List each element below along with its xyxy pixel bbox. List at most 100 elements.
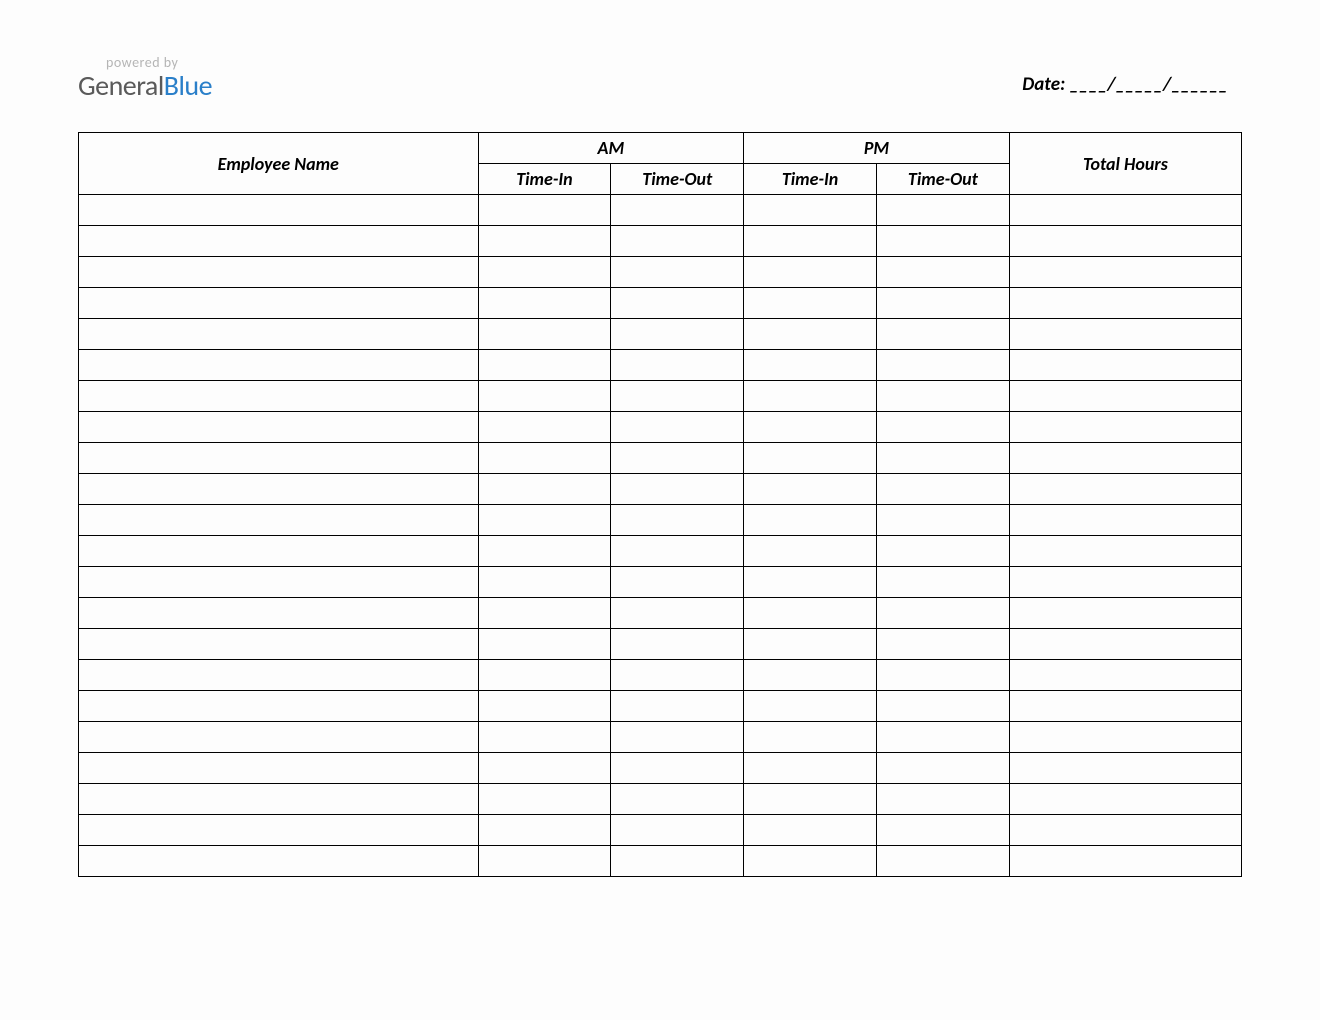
table-row: [79, 443, 1242, 474]
cell-name: [79, 288, 479, 319]
cell-pm_in: [744, 381, 877, 412]
cell-pm_in: [744, 443, 877, 474]
cell-name: [79, 319, 479, 350]
cell-pm_out: [876, 629, 1009, 660]
cell-am_out: [611, 567, 744, 598]
cell-am_in: [478, 257, 611, 288]
cell-pm_out: [876, 753, 1009, 784]
cell-total: [1009, 381, 1241, 412]
cell-am_in: [478, 350, 611, 381]
cell-pm_out: [876, 226, 1009, 257]
brand-first: General: [78, 68, 164, 103]
cell-name: [79, 722, 479, 753]
cell-am_out: [611, 195, 744, 226]
cell-total: [1009, 753, 1241, 784]
brand-second: Blue: [164, 68, 212, 103]
header-am: AM: [478, 133, 744, 164]
cell-name: [79, 784, 479, 815]
cell-pm_in: [744, 319, 877, 350]
cell-pm_in: [744, 629, 877, 660]
cell-am_in: [478, 598, 611, 629]
cell-pm_out: [876, 319, 1009, 350]
cell-name: [79, 195, 479, 226]
cell-am_in: [478, 691, 611, 722]
cell-name: [79, 443, 479, 474]
cell-am_in: [478, 660, 611, 691]
cell-name: [79, 629, 479, 660]
table-row: [79, 505, 1242, 536]
cell-am_out: [611, 691, 744, 722]
cell-pm_out: [876, 536, 1009, 567]
cell-am_in: [478, 226, 611, 257]
cell-pm_in: [744, 536, 877, 567]
cell-total: [1009, 412, 1241, 443]
cell-am_out: [611, 660, 744, 691]
cell-pm_out: [876, 381, 1009, 412]
cell-name: [79, 226, 479, 257]
cell-name: [79, 350, 479, 381]
cell-am_in: [478, 753, 611, 784]
cell-pm_in: [744, 412, 877, 443]
cell-am_out: [611, 505, 744, 536]
cell-pm_in: [744, 350, 877, 381]
cell-pm_in: [744, 815, 877, 846]
cell-pm_out: [876, 598, 1009, 629]
cell-name: [79, 536, 479, 567]
table-row: [79, 815, 1242, 846]
cell-total: [1009, 660, 1241, 691]
table-row: [79, 257, 1242, 288]
cell-name: [79, 567, 479, 598]
table-row: [79, 288, 1242, 319]
cell-total: [1009, 691, 1241, 722]
cell-am_in: [478, 319, 611, 350]
cell-total: [1009, 598, 1241, 629]
cell-am_in: [478, 722, 611, 753]
cell-pm_in: [744, 660, 877, 691]
header-employee-name: Employee Name: [79, 133, 479, 195]
cell-am_out: [611, 319, 744, 350]
cell-pm_out: [876, 722, 1009, 753]
cell-am_out: [611, 722, 744, 753]
document-header: powered by GeneralBlue Date: ____/_____/…: [78, 56, 1242, 100]
header-am-time-out: Time-Out: [611, 164, 744, 195]
cell-am_out: [611, 784, 744, 815]
cell-total: [1009, 722, 1241, 753]
header-pm-time-in: Time-In: [744, 164, 877, 195]
cell-am_out: [611, 381, 744, 412]
cell-am_in: [478, 567, 611, 598]
table-row: [79, 722, 1242, 753]
cell-name: [79, 474, 479, 505]
cell-total: [1009, 629, 1241, 660]
cell-am_in: [478, 412, 611, 443]
cell-total: [1009, 815, 1241, 846]
cell-name: [79, 753, 479, 784]
cell-am_out: [611, 536, 744, 567]
table-row: [79, 226, 1242, 257]
cell-total: [1009, 784, 1241, 815]
cell-am_in: [478, 536, 611, 567]
cell-total: [1009, 350, 1241, 381]
cell-am_in: [478, 381, 611, 412]
cell-pm_in: [744, 505, 877, 536]
logo: powered by GeneralBlue: [78, 56, 212, 100]
table-body: [79, 195, 1242, 877]
cell-pm_in: [744, 288, 877, 319]
date-field: Date: ____/_____/______: [1022, 73, 1228, 96]
table-row: [79, 784, 1242, 815]
table-header: Employee Name AM PM Total Hours Time-In …: [79, 133, 1242, 195]
table-row: [79, 350, 1242, 381]
cell-pm_out: [876, 288, 1009, 319]
cell-total: [1009, 536, 1241, 567]
cell-am_in: [478, 629, 611, 660]
header-am-time-in: Time-In: [478, 164, 611, 195]
cell-total: [1009, 567, 1241, 598]
brand-name: GeneralBlue: [78, 72, 212, 100]
cell-pm_in: [744, 474, 877, 505]
cell-total: [1009, 846, 1241, 877]
cell-name: [79, 815, 479, 846]
cell-pm_in: [744, 784, 877, 815]
cell-pm_out: [876, 846, 1009, 877]
header-total-hours: Total Hours: [1009, 133, 1241, 195]
cell-am_out: [611, 226, 744, 257]
cell-pm_out: [876, 691, 1009, 722]
